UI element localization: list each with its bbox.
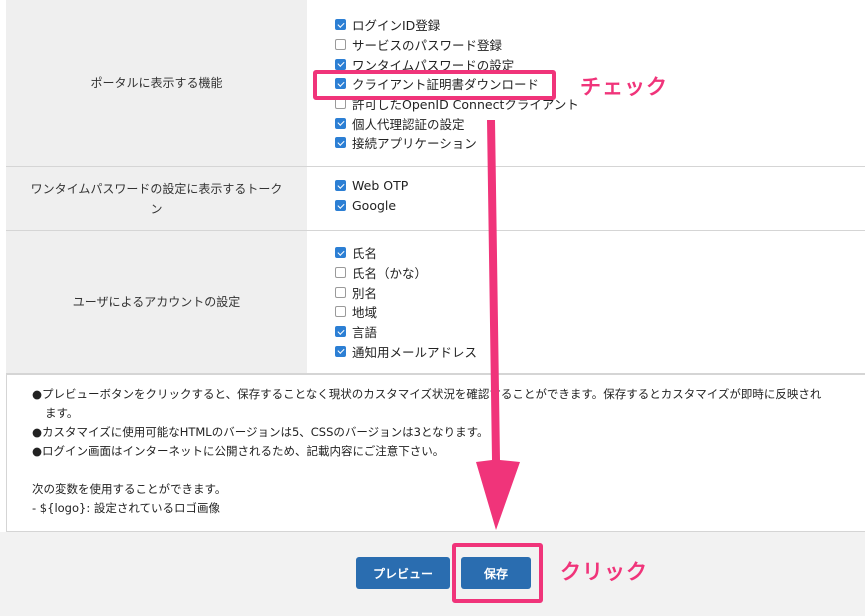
- checkbox-checked[interactable]: [335, 137, 346, 149]
- portal-features-label: ポータルに表示する機能: [6, 0, 307, 166]
- account-settings-label: ユーザによるアカウントの設定: [6, 231, 307, 373]
- highlight-cert-download: [313, 70, 556, 100]
- otp-tokens-option[interactable]: Google: [335, 196, 865, 216]
- account-settings-option[interactable]: 氏名: [335, 243, 865, 263]
- portal-features-option[interactable]: 接続アプリケーション: [335, 133, 865, 153]
- portal-features-option-label: サービスのパスワード登録: [352, 38, 503, 54]
- account-settings-option-label: 別名: [352, 285, 378, 301]
- note-gap: [32, 461, 865, 480]
- highlight-save-button: [452, 543, 543, 603]
- annotation-click-text: クリック: [560, 560, 648, 584]
- account-settings-options: 氏名氏名（かな） 別名地域言語通知用メールアドレス: [307, 231, 865, 373]
- otp-tokens-option[interactable]: Web OTP: [335, 176, 865, 196]
- account-settings-row: ユーザによるアカウントの設定 氏名氏名（かな） 別名地域言語通知用メールアドレス: [6, 231, 865, 374]
- portal-features-option-label: 個人代理認証の設定: [352, 116, 465, 132]
- checkbox-unchecked[interactable]: [335, 306, 346, 318]
- account-settings-option-label: 地域: [352, 305, 378, 321]
- checkbox-checked[interactable]: [335, 19, 346, 31]
- checkbox-checked[interactable]: [335, 326, 346, 338]
- account-settings-option-label: 通知用メールアドレス: [352, 344, 478, 360]
- account-settings-option-label: 言語: [352, 325, 378, 341]
- portal-features-option-label: 接続アプリケーション: [352, 136, 477, 152]
- note-preview: ●プレビューボタンをクリックすると、保存することなく現状のカスタマイズ状況を確認…: [32, 387, 822, 401]
- checkbox-checked[interactable]: [335, 247, 346, 259]
- portal-features-option[interactable]: 個人代理認証の設定: [335, 113, 865, 133]
- preview-button[interactable]: プレビュー: [356, 557, 450, 589]
- portal-features-option[interactable]: ログインID登録: [335, 15, 865, 35]
- note-preview-cont: ます。: [45, 406, 79, 420]
- account-settings-option-label: 氏名: [352, 246, 378, 262]
- notes-panel: ●プレビューボタンをクリックすると、保存することなく現状のカスタマイズ状況を確認…: [6, 374, 865, 532]
- account-settings-option[interactable]: 別名: [335, 282, 865, 302]
- note-logo-variable: - ${logo}: 設定されているロゴ画像: [32, 501, 221, 515]
- note-versions: ●カスタマイズに使用可能なHTMLのバージョンは5、CSSのバージョンは3となり…: [32, 425, 489, 439]
- portal-features-option-label: ログインID登録: [352, 18, 441, 34]
- checkbox-unchecked[interactable]: [335, 286, 346, 298]
- checkbox-checked[interactable]: [335, 58, 346, 70]
- otp-tokens-option-label: Google: [352, 198, 397, 214]
- account-settings-option[interactable]: 言語: [335, 322, 865, 342]
- annotation-check-text: チェック: [580, 75, 668, 99]
- checkbox-checked[interactable]: [335, 180, 346, 192]
- otp-tokens-row: ワンタイムパスワードの設定に表示するトークン Web OTP Google: [6, 167, 865, 231]
- note-public: ●ログイン画面はインターネットに公開されるため、記載内容にご注意下さい。: [32, 444, 445, 458]
- checkbox-checked[interactable]: [335, 117, 346, 129]
- checkbox-checked[interactable]: [335, 200, 346, 212]
- account-settings-option[interactable]: 地域: [335, 302, 865, 322]
- account-settings-option[interactable]: 通知用メールアドレス: [335, 341, 865, 361]
- account-settings-option-label: 氏名（かな）: [352, 266, 428, 282]
- checkbox-checked[interactable]: [335, 345, 346, 357]
- account-settings-option[interactable]: 氏名（かな）: [335, 263, 865, 283]
- otp-tokens-options: Web OTP Google: [307, 167, 865, 230]
- portal-features-option[interactable]: サービスのパスワード登録: [335, 35, 865, 55]
- otp-tokens-label: ワンタイムパスワードの設定に表示するトークン: [6, 167, 307, 230]
- settings-table: ポータルに表示する機能 ログインID登録サービスのパスワード登録ワンタイムパスワ…: [6, 0, 865, 374]
- checkbox-unchecked[interactable]: [335, 267, 346, 279]
- otp-tokens-option-label: Web OTP: [352, 178, 409, 194]
- checkbox-unchecked[interactable]: [335, 39, 346, 51]
- note-variables: 次の変数を使用することができます。: [32, 482, 227, 496]
